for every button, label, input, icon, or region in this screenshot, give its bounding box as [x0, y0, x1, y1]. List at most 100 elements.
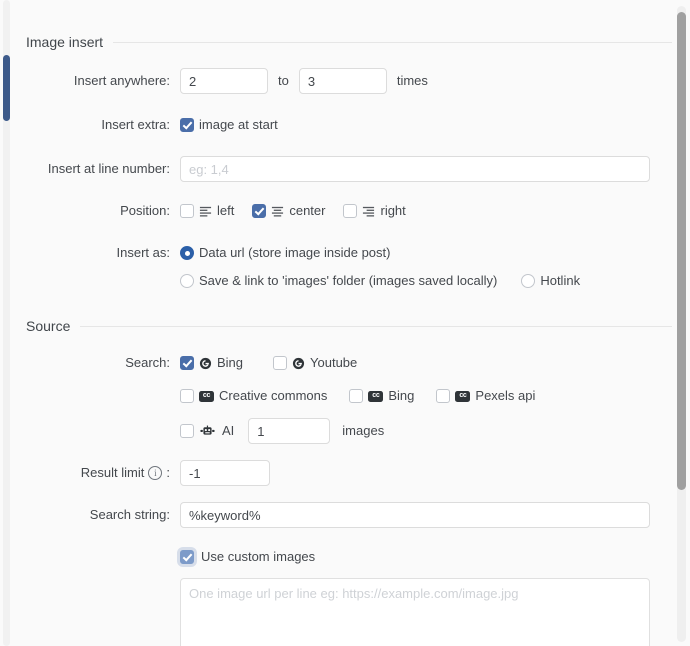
insert-as-hotlink-radio[interactable]	[521, 274, 536, 288]
insert-anywhere-max-input[interactable]	[298, 68, 387, 94]
search-label: Search:	[125, 355, 170, 370]
align-left-icon	[199, 205, 212, 218]
search-engine-icon-bing	[199, 357, 212, 370]
image-insert-legend-text: Image insert	[26, 34, 104, 50]
search-bing-label: Bing	[217, 355, 244, 370]
position-center-checkbox[interactable]	[252, 204, 267, 218]
align-center-icon	[271, 205, 284, 218]
ai-image-count-input[interactable]	[248, 418, 331, 444]
insert-extra-field: image at start	[180, 112, 278, 138]
search-creative-commons-label: Creative commons	[219, 388, 328, 403]
robot-icon	[200, 425, 215, 438]
section-image-insert: Image insert Insert anywhere: to times I…	[14, 0, 672, 294]
panel-scrollbar-thumb[interactable]	[677, 12, 686, 490]
custom-images-field: Use custom images	[180, 544, 650, 646]
position-option-center[interactable]: center	[252, 198, 325, 224]
use-custom-images-label: Use custom images	[201, 549, 316, 564]
result-limit-input[interactable]	[180, 460, 270, 486]
search-pexels-label: Pexels api	[475, 388, 536, 403]
search-creative-commons-checkbox[interactable]	[180, 389, 194, 403]
position-field: left center right	[180, 198, 406, 224]
insert-as-data-url-label: Data url (store image inside post)	[199, 245, 391, 260]
insert-as-option-save-link[interactable]: Save & link to 'images' folder (images s…	[180, 268, 497, 294]
use-custom-images-checkbox[interactable]	[180, 550, 194, 564]
search-option-cc-bing[interactable]: cc Bing	[349, 383, 414, 409]
insert-extra-option[interactable]: image at start	[180, 112, 278, 138]
cc-badge-icon-creative-commons: cc	[199, 390, 214, 402]
legend-divider-source	[80, 325, 672, 327]
insert-as-save-link-radio[interactable]	[180, 274, 194, 288]
row-insert-anywhere: Insert anywhere: to times	[14, 68, 672, 94]
search-string-label: Search string:	[89, 507, 170, 522]
search-ai-row: AI images	[180, 418, 535, 444]
search-cc-row: cc Creative commons cc Bing cc Pexels ap…	[180, 383, 535, 409]
insert-anywhere-field: to times	[180, 68, 428, 94]
search-cc-bing-checkbox[interactable]	[349, 389, 364, 403]
search-cc-bing-label: Bing	[388, 388, 415, 403]
search-field: Bing Youtube cc Creative commons cc Bing…	[180, 350, 535, 444]
search-option-ai[interactable]: AI	[180, 418, 234, 444]
position-center-label: center	[289, 203, 326, 218]
row-insert-at-line: Insert at line number:	[14, 156, 672, 182]
insert-at-line-field	[180, 156, 650, 182]
search-option-creative-commons[interactable]: cc Creative commons	[180, 383, 327, 409]
insert-anywhere-min-input[interactable]	[180, 68, 268, 94]
search-engine-icon-youtube	[292, 357, 305, 370]
insert-as-label: Insert as:	[116, 245, 170, 260]
insert-as-save-link-label: Save & link to 'images' folder (images s…	[199, 273, 498, 288]
search-string-input[interactable]	[180, 502, 650, 528]
settings-content: Image insert Insert anywhere: to times I…	[14, 0, 672, 646]
search-youtube-label: Youtube	[310, 355, 358, 370]
image-insert-legend: Image insert	[14, 34, 672, 50]
custom-images-option[interactable]: Use custom images	[180, 544, 650, 570]
source-legend-text: Source	[26, 318, 71, 334]
row-result-limit: Result limit i :	[14, 460, 672, 486]
settings-panel: Image insert Insert anywhere: to times I…	[0, 0, 690, 646]
custom-images-textarea[interactable]	[180, 578, 650, 646]
position-right-checkbox[interactable]	[343, 204, 358, 218]
insert-as-data-url-radio[interactable]	[180, 246, 194, 260]
insert-at-line-input[interactable]	[180, 156, 650, 182]
cc-badge-icon-pexels: cc	[455, 390, 471, 402]
align-right-icon	[362, 205, 375, 218]
search-pexels-checkbox[interactable]	[436, 389, 451, 403]
result-limit-label-group: Result limit i :	[14, 460, 180, 486]
result-limit-colon: :	[166, 465, 170, 480]
insert-as-option-data-url[interactable]: Data url (store image inside post)	[180, 240, 580, 266]
insert-anywhere-unit-text: times	[396, 73, 428, 88]
search-option-bing[interactable]: Bing	[180, 350, 243, 376]
position-left-checkbox[interactable]	[180, 204, 194, 218]
insert-at-line-label: Insert at line number:	[47, 161, 170, 176]
row-insert-extra: Insert extra: image at start	[14, 112, 672, 138]
search-bing-checkbox[interactable]	[180, 356, 194, 370]
section-source: Source Search: Bing Youtube cc Creative …	[14, 294, 672, 646]
result-limit-label: Result limit	[80, 465, 145, 480]
result-limit-field	[180, 460, 270, 486]
info-icon[interactable]: i	[148, 466, 163, 480]
row-search: Search: Bing Youtube cc Creative commons…	[14, 350, 672, 444]
search-string-field	[180, 502, 650, 528]
row-position: Position: left center right	[14, 198, 672, 224]
search-option-pexels-api[interactable]: cc Pexels api	[436, 383, 535, 409]
left-scrollbar-thumb[interactable]	[3, 55, 10, 121]
insert-extra-checkbox[interactable]	[180, 118, 194, 132]
search-option-youtube[interactable]: Youtube	[273, 350, 357, 376]
position-option-left[interactable]: left	[180, 198, 234, 224]
insert-anywhere-to-text: to	[278, 73, 289, 88]
search-ai-label: AI	[222, 423, 235, 438]
insert-as-option-hotlink[interactable]: Hotlink	[521, 268, 580, 294]
position-left-label: left	[217, 203, 235, 218]
insert-extra-label: Insert extra:	[101, 117, 170, 132]
row-insert-as: Insert as: Data url (store image inside …	[14, 240, 672, 294]
insert-extra-checkbox-label: image at start	[199, 117, 278, 132]
position-right-label: right	[380, 203, 406, 218]
search-youtube-checkbox[interactable]	[273, 356, 288, 370]
row-custom-images: Use custom images	[14, 544, 672, 646]
position-option-right[interactable]: right	[343, 198, 406, 224]
legend-divider	[113, 41, 672, 43]
cc-badge-icon-bing: cc	[368, 390, 384, 402]
row-search-string: Search string:	[14, 502, 672, 528]
search-ai-checkbox[interactable]	[180, 424, 194, 438]
search-engines-row: Bing Youtube	[180, 350, 535, 376]
insert-as-field: Data url (store image inside post) Save …	[180, 240, 580, 294]
